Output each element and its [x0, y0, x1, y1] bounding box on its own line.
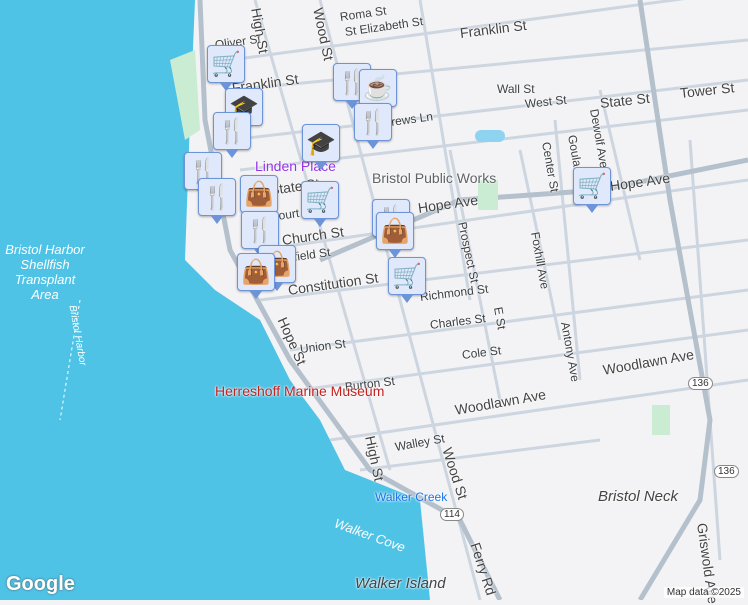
cafe-pin[interactable]: ☕ — [359, 69, 397, 115]
shopping-bag-icon: 👜 — [241, 258, 271, 286]
route-136-shield: 136 — [714, 465, 739, 478]
pond — [475, 130, 505, 142]
restaurant-pin[interactable]: 🍴 — [241, 211, 279, 257]
shopping-bag-icon: 👜 — [244, 180, 274, 208]
shopping-pin[interactable]: 👜 — [237, 253, 275, 299]
route-114-shield: 114 — [440, 508, 464, 521]
restaurant-pin[interactable]: 🍴 — [213, 112, 251, 158]
label-wall: Wall St — [497, 82, 535, 96]
restaurant-pin[interactable]: 🍴 — [354, 103, 392, 149]
park — [652, 405, 670, 435]
school-pin[interactable]: 🎓 — [302, 124, 340, 170]
cart-icon: 🛒 — [211, 50, 241, 78]
restaurant-pin[interactable]: 🍴 — [198, 178, 236, 224]
label-harbor-area: Bristol Harbor Shellfish Transplant Area — [5, 242, 85, 302]
cart-icon: 🛒 — [392, 262, 422, 290]
graduation-cap-icon: 🎓 — [306, 129, 336, 157]
label-museum[interactable]: Herreshoff Marine Museum — [215, 384, 384, 399]
coffee-cup-icon: ☕ — [363, 74, 393, 102]
label-walker-creek: Walker Creek — [375, 490, 448, 504]
route-136-shield: 136 — [688, 377, 713, 390]
fork-knife-icon: 🍴 — [202, 183, 232, 211]
grocery-pin[interactable]: 🛒 — [388, 257, 426, 303]
grocery-pin[interactable]: 🛒 — [207, 45, 245, 91]
label-bristol-neck: Bristol Neck — [598, 488, 679, 505]
grocery-pin[interactable]: 🛒 — [573, 167, 611, 213]
shopping-pin[interactable]: 👜 — [376, 212, 414, 258]
shopping-bag-icon: 👜 — [380, 217, 410, 245]
cart-icon: 🛒 — [577, 172, 607, 200]
label-walker-island: Walker Island — [355, 575, 446, 592]
fork-knife-icon: 🍴 — [245, 216, 275, 244]
fork-knife-icon: 🍴 — [217, 117, 247, 145]
label-bristol-public-works: Bristol Public Works — [372, 170, 497, 186]
fork-knife-icon: 🍴 — [358, 108, 388, 136]
map-data-credit[interactable]: Map data ©2025 — [663, 587, 744, 598]
cart-icon: 🛒 — [305, 186, 335, 214]
grocery-pin[interactable]: 🛒 — [301, 181, 339, 227]
shopping-pin[interactable]: 👜 — [240, 175, 278, 221]
google-logo: Google — [6, 573, 75, 595]
